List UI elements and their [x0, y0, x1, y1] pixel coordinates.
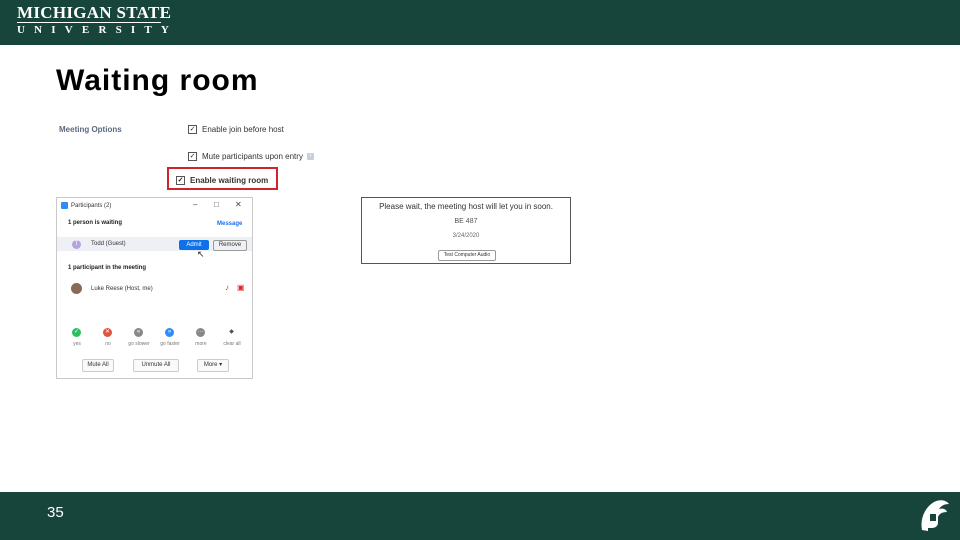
logo-rule — [17, 22, 161, 23]
reaction-label: go slower — [128, 341, 150, 347]
video-off-icon[interactable]: ▣ — [237, 283, 245, 292]
footer-bar: 35 — [0, 492, 960, 540]
maximize-icon[interactable]: □ — [214, 200, 219, 209]
avatar — [71, 283, 82, 294]
checkbox-checked-icon[interactable]: ✓ — [188, 151, 197, 161]
reaction-label: yes — [73, 341, 81, 347]
minimize-icon[interactable]: – — [193, 200, 197, 209]
highlight-box — [167, 167, 278, 190]
close-icon[interactable]: ✕ — [235, 200, 242, 209]
muted-mic-icon[interactable]: ♪ — [225, 283, 229, 292]
meeting-options-label: Meeting Options — [59, 125, 122, 134]
more-icon[interactable]: ··· — [196, 328, 205, 337]
logo-line2: UNIVERSITY — [17, 24, 179, 36]
icon-glyph: ··· — [197, 329, 204, 335]
slide-number: 35 — [47, 504, 64, 521]
waiting-screen: Please wait, the meeting host will let y… — [361, 197, 571, 264]
icon-glyph: ✕ — [104, 329, 111, 335]
go-slower-icon[interactable]: « — [134, 328, 143, 337]
remove-button[interactable]: Remove — [213, 240, 247, 251]
mute-all-button[interactable]: Mute All — [82, 359, 114, 372]
option-join-before-host[interactable]: ✓ Enable join before host — [188, 123, 284, 135]
reaction-label: go faster — [160, 341, 180, 347]
icon-glyph: ✓ — [73, 329, 80, 335]
slide-title: Waiting room — [56, 64, 259, 97]
icon-glyph: » — [167, 329, 172, 335]
waiting-participant-name: Todd (Guest) — [91, 241, 126, 247]
waiting-header: 1 person is waiting — [68, 220, 123, 226]
zoom-logo-icon — [61, 202, 68, 209]
yes-icon[interactable]: ✓ — [72, 328, 81, 337]
unmute-all-button[interactable]: Unmute All — [133, 359, 179, 372]
option-label: Mute participants upon entry — [202, 151, 303, 161]
go-faster-icon[interactable]: » — [165, 328, 174, 337]
participants-window: Participants (2) – □ ✕ 1 person is waiti… — [56, 197, 253, 379]
window-titlebar: Participants (2) — [57, 198, 252, 213]
header-bar: MICHIGAN STATE UNIVERSITY — [0, 0, 960, 45]
spartan-helmet-icon — [921, 500, 949, 531]
icon-glyph: ◆ — [229, 329, 234, 335]
option-label: Enable join before host — [202, 124, 284, 134]
mouse-cursor-icon: ↖ — [197, 249, 205, 259]
icon-glyph: « — [136, 329, 141, 335]
host-name: Luke Reese (Host, me) — [91, 286, 153, 292]
window-title: Participants (2) — [71, 202, 112, 209]
message-link[interactable]: Message — [217, 221, 242, 227]
more-button[interactable]: More ▾ — [197, 359, 229, 372]
logo-line1: MICHIGAN STATE — [17, 3, 172, 22]
meeting-date: 3/24/2020 — [452, 233, 480, 239]
meeting-id: BE 487 — [454, 218, 478, 225]
no-icon[interactable]: ✕ — [103, 328, 112, 337]
reaction-label: clear all — [223, 341, 241, 347]
checkbox-checked-icon[interactable]: ✓ — [188, 124, 197, 134]
reaction-label: more — [195, 341, 207, 347]
waiting-message: Please wait, the meeting host will let y… — [379, 202, 553, 211]
in-meeting-header: 1 participant in the meeting — [68, 265, 147, 271]
option-mute-on-entry[interactable]: ✓ Mute participants upon entry i — [188, 150, 314, 162]
test-audio-button[interactable]: Test Computer Audio — [438, 250, 496, 261]
info-icon: i — [306, 152, 314, 160]
reaction-label: no — [105, 341, 111, 347]
clear-all-icon[interactable]: ◆ — [227, 328, 236, 337]
avatar: T — [72, 240, 81, 249]
